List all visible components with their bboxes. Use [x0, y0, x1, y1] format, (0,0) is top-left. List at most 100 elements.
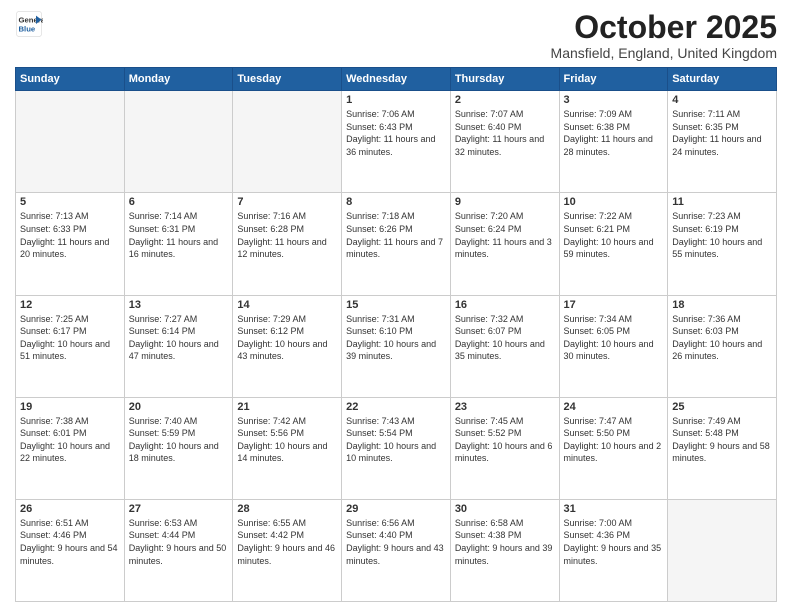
day-info: Sunrise: 7:06 AMSunset: 6:43 PMDaylight:… [346, 108, 446, 158]
table-row: 12Sunrise: 7:25 AMSunset: 6:17 PMDayligh… [16, 295, 125, 397]
day-info: Sunrise: 7:40 AMSunset: 5:59 PMDaylight:… [129, 415, 229, 465]
col-sunday: Sunday [16, 68, 125, 91]
table-row: 11 Sunrise: 7:23 AMSunset: 6:19 PMDayligh… [668, 193, 777, 295]
day-info: Sunrise: 7:25 AMSunset: 6:17 PMDaylight:… [20, 313, 120, 363]
logo-icon: General Blue [15, 10, 43, 38]
calendar-week-3: 19 Sunrise: 7:38 AMSunset: 6:01 PMDayligh… [16, 397, 777, 499]
day-info: Sunrise: 7:16 AMSunset: 6:28 PMDaylight:… [237, 210, 337, 260]
calendar-week-2: 12Sunrise: 7:25 AMSunset: 6:17 PMDayligh… [16, 295, 777, 397]
table-row: 18 Sunrise: 7:36 AMSunset: 6:03 PMDayligh… [668, 295, 777, 397]
day-info: Sunrise: 7:00 AMSunset: 4:36 PMDaylight:… [564, 517, 664, 567]
day-info: Sunrise: 7:09 AMSunset: 6:38 PMDaylight:… [564, 108, 664, 158]
col-thursday: Thursday [450, 68, 559, 91]
day-info: Sunrise: 7:36 AMSunset: 6:03 PMDaylight:… [672, 313, 772, 363]
day-info: Sunrise: 7:27 AMSunset: 6:14 PMDaylight:… [129, 313, 229, 363]
col-saturday: Saturday [668, 68, 777, 91]
day-info: Sunrise: 7:22 AMSunset: 6:21 PMDaylight:… [564, 210, 664, 260]
day-number: 8 [346, 196, 446, 208]
table-row: 10 Sunrise: 7:22 AMSunset: 6:21 PMDayligh… [559, 193, 668, 295]
logo: General Blue [15, 10, 43, 38]
col-friday: Friday [559, 68, 668, 91]
month-title: October 2025 [551, 10, 777, 45]
day-number: 18 [672, 299, 772, 311]
table-row: 28 Sunrise: 6:55 AMSunset: 4:42 PMDayligh… [233, 499, 342, 601]
table-row: 17Sunrise: 7:34 AMSunset: 6:05 PMDayligh… [559, 295, 668, 397]
page: General Blue October 2025 Mansfield, Eng… [0, 0, 792, 612]
day-info: Sunrise: 7:20 AMSunset: 6:24 PMDaylight:… [455, 210, 555, 260]
table-row: 27Sunrise: 6:53 AMSunset: 4:44 PMDayligh… [124, 499, 233, 601]
day-number: 16 [455, 299, 555, 311]
col-tuesday: Tuesday [233, 68, 342, 91]
header: General Blue October 2025 Mansfield, Eng… [15, 10, 777, 61]
table-row [233, 91, 342, 193]
col-monday: Monday [124, 68, 233, 91]
day-info: Sunrise: 7:43 AMSunset: 5:54 PMDaylight:… [346, 415, 446, 465]
day-number: 21 [237, 401, 337, 413]
calendar-week-4: 26 Sunrise: 6:51 AMSunset: 4:46 PMDayligh… [16, 499, 777, 601]
table-row: 9 Sunrise: 7:20 AMSunset: 6:24 PMDaylight… [450, 193, 559, 295]
day-number: 30 [455, 503, 555, 515]
day-info: Sunrise: 7:38 AMSunset: 6:01 PMDaylight:… [20, 415, 120, 465]
table-row: 3Sunrise: 7:09 AMSunset: 6:38 PMDaylight… [559, 91, 668, 193]
day-number: 5 [20, 196, 120, 208]
table-row: 21 Sunrise: 7:42 AMSunset: 5:56 PMDayligh… [233, 397, 342, 499]
day-info: Sunrise: 7:29 AMSunset: 6:12 PMDaylight:… [237, 313, 337, 363]
calendar-week-0: 1 Sunrise: 7:06 AMSunset: 6:43 PMDaylight… [16, 91, 777, 193]
table-row: 14 Sunrise: 7:29 AMSunset: 6:12 PMDayligh… [233, 295, 342, 397]
day-number: 17 [564, 299, 664, 311]
day-number: 6 [129, 196, 229, 208]
table-row: 20 Sunrise: 7:40 AMSunset: 5:59 PMDayligh… [124, 397, 233, 499]
day-number: 23 [455, 401, 555, 413]
day-info: Sunrise: 6:51 AMSunset: 4:46 PMDaylight:… [20, 517, 120, 567]
day-number: 4 [672, 94, 772, 106]
day-info: Sunrise: 7:23 AMSunset: 6:19 PMDaylight:… [672, 210, 772, 260]
day-number: 28 [237, 503, 337, 515]
day-number: 25 [672, 401, 772, 413]
day-info: Sunrise: 6:56 AMSunset: 4:40 PMDaylight:… [346, 517, 446, 567]
day-number: 1 [346, 94, 446, 106]
day-number: 20 [129, 401, 229, 413]
day-number: 15 [346, 299, 446, 311]
table-row: 4 Sunrise: 7:11 AMSunset: 6:35 PMDaylight… [668, 91, 777, 193]
table-row: 7Sunrise: 7:16 AMSunset: 6:28 PMDaylight… [233, 193, 342, 295]
day-info: Sunrise: 6:53 AMSunset: 4:44 PMDaylight:… [129, 517, 229, 567]
day-number: 10 [564, 196, 664, 208]
table-row: 6 Sunrise: 7:14 AMSunset: 6:31 PMDaylight… [124, 193, 233, 295]
table-row: 24Sunrise: 7:47 AMSunset: 5:50 PMDayligh… [559, 397, 668, 499]
col-wednesday: Wednesday [342, 68, 451, 91]
table-row: 22 Sunrise: 7:43 AMSunset: 5:54 PMDayligh… [342, 397, 451, 499]
table-row: 13 Sunrise: 7:27 AMSunset: 6:14 PMDayligh… [124, 295, 233, 397]
day-info: Sunrise: 7:11 AMSunset: 6:35 PMDaylight:… [672, 108, 772, 158]
day-number: 13 [129, 299, 229, 311]
day-info: Sunrise: 6:55 AMSunset: 4:42 PMDaylight:… [237, 517, 337, 567]
table-row [668, 499, 777, 601]
title-block: October 2025 Mansfield, England, United … [551, 10, 777, 61]
day-number: 31 [564, 503, 664, 515]
table-row: 15 Sunrise: 7:31 AMSunset: 6:10 PMDayligh… [342, 295, 451, 397]
day-number: 2 [455, 94, 555, 106]
table-row: 23 Sunrise: 7:45 AMSunset: 5:52 PMDayligh… [450, 397, 559, 499]
day-info: Sunrise: 7:07 AMSunset: 6:40 PMDaylight:… [455, 108, 555, 158]
day-info: Sunrise: 7:45 AMSunset: 5:52 PMDaylight:… [455, 415, 555, 465]
table-row: 2 Sunrise: 7:07 AMSunset: 6:40 PMDaylight… [450, 91, 559, 193]
day-info: Sunrise: 7:13 AMSunset: 6:33 PMDaylight:… [20, 210, 120, 260]
day-number: 14 [237, 299, 337, 311]
day-info: Sunrise: 7:42 AMSunset: 5:56 PMDaylight:… [237, 415, 337, 465]
day-info: Sunrise: 7:14 AMSunset: 6:31 PMDaylight:… [129, 210, 229, 260]
day-number: 9 [455, 196, 555, 208]
table-row: 19 Sunrise: 7:38 AMSunset: 6:01 PMDayligh… [16, 397, 125, 499]
day-number: 26 [20, 503, 120, 515]
table-row: 5 Sunrise: 7:13 AMSunset: 6:33 PMDaylight… [16, 193, 125, 295]
table-row: 31 Sunrise: 7:00 AMSunset: 4:36 PMDayligh… [559, 499, 668, 601]
day-number: 19 [20, 401, 120, 413]
day-number: 22 [346, 401, 446, 413]
day-info: Sunrise: 7:18 AMSunset: 6:26 PMDaylight:… [346, 210, 446, 260]
day-info: Sunrise: 7:32 AMSunset: 6:07 PMDaylight:… [455, 313, 555, 363]
day-number: 29 [346, 503, 446, 515]
table-row: 8 Sunrise: 7:18 AMSunset: 6:26 PMDaylight… [342, 193, 451, 295]
table-row: 25Sunrise: 7:49 AMSunset: 5:48 PMDayligh… [668, 397, 777, 499]
day-info: Sunrise: 7:31 AMSunset: 6:10 PMDaylight:… [346, 313, 446, 363]
table-row: 1 Sunrise: 7:06 AMSunset: 6:43 PMDaylight… [342, 91, 451, 193]
day-number: 11 [672, 196, 772, 208]
table-row: 29 Sunrise: 6:56 AMSunset: 4:40 PMDayligh… [342, 499, 451, 601]
